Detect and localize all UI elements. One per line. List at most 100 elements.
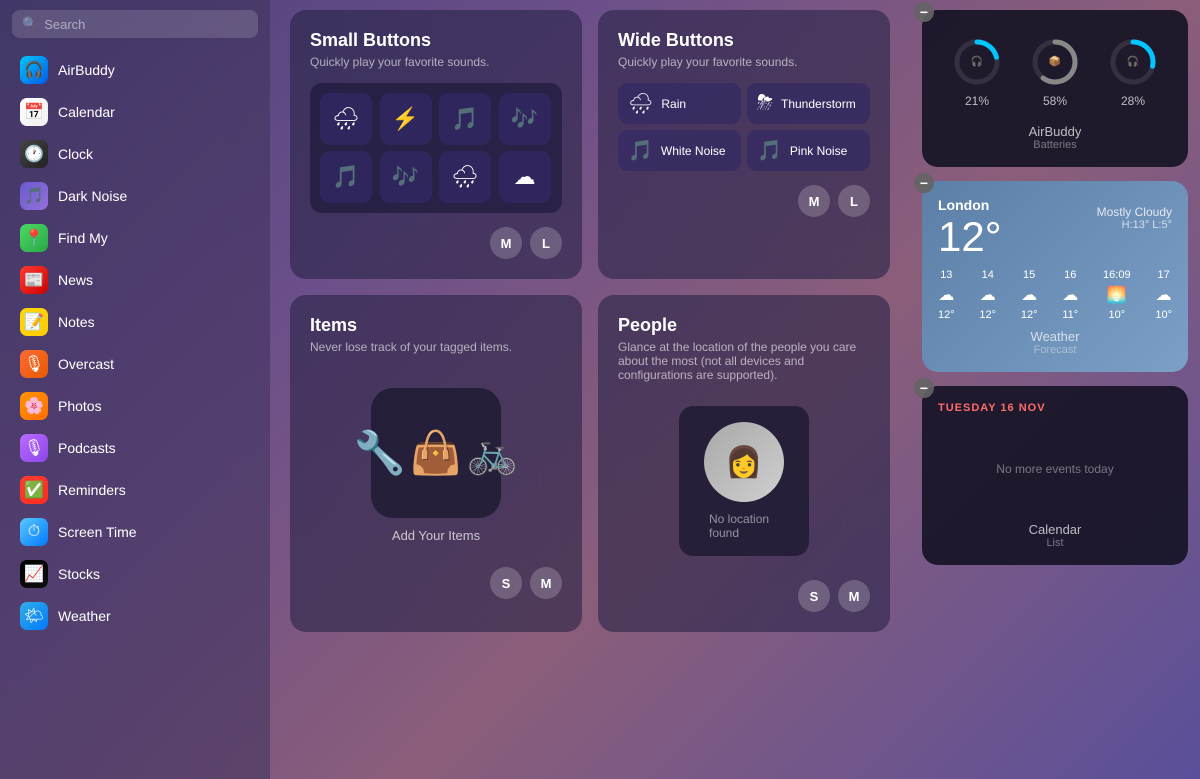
sidebar-item-overcast[interactable]: 🎙 Overcast: [12, 344, 258, 384]
calendar-no-events: No more events today: [938, 422, 1172, 516]
people-preview: 👩 No location found: [618, 396, 870, 566]
people-card: People Glance at the location of the peo…: [598, 295, 890, 632]
small-buttons-title: Small Buttons: [310, 30, 562, 51]
forecast-day-2: 15: [1023, 269, 1035, 281]
weather-condition: Mostly Cloudy: [1097, 205, 1172, 219]
wide-buttons-title: Wide Buttons: [618, 30, 870, 51]
forecast-15: 15 ☁ 12°: [1021, 269, 1038, 321]
small-sound-btn-4[interactable]: 🎵: [320, 151, 372, 203]
app-icon-photos: 🌸: [20, 392, 48, 420]
app-icon-findmy: 📍: [20, 224, 48, 252]
forecast-day-1: 14: [982, 269, 994, 281]
sidebar-label-darknoise: Dark Noise: [58, 188, 127, 204]
wide-btn-icon-3: 🎵: [757, 138, 782, 163]
sidebar-item-airbuddy[interactable]: 🎧 AirBuddy: [12, 50, 258, 90]
avatar-m3[interactable]: M: [530, 567, 562, 599]
sidebar-item-notes[interactable]: 📝 Notes: [12, 302, 258, 342]
app-icon-news: 📰: [20, 266, 48, 294]
sidebar-item-darknoise[interactable]: 🎵 Dark Noise: [12, 176, 258, 216]
app-icon-weather: 🌤: [20, 602, 48, 630]
wide-btn-0[interactable]: 🌧 Rain: [618, 83, 741, 124]
app-icon-podcasts: 🎙: [20, 434, 48, 462]
forecast-temp-4: 10°: [1108, 309, 1125, 321]
sidebar-label-screentime: Screen Time: [58, 524, 137, 540]
avatar-s2[interactable]: S: [798, 580, 830, 612]
sidebar-item-podcasts[interactable]: 🎙 Podcasts: [12, 428, 258, 468]
avatar-l[interactable]: L: [530, 227, 562, 259]
forecast-day-5: 17: [1158, 269, 1170, 281]
forecast-icon-1: ☁: [980, 285, 996, 305]
forecast-icon-0: ☁: [938, 285, 954, 305]
people-footer: S M: [618, 580, 870, 612]
forecast-temp-1: 12°: [979, 309, 996, 321]
weather-minus-btn[interactable]: −: [914, 173, 934, 193]
sidebar-item-screentime[interactable]: ⏱ Screen Time: [12, 512, 258, 552]
circle-label-left: 21%: [965, 94, 989, 108]
people-subtitle: Glance at the location of the people you…: [618, 340, 870, 382]
airbuddy-minus-btn[interactable]: −: [914, 2, 934, 22]
small-sound-btn-2[interactable]: 🎵: [439, 93, 491, 145]
avatar-m[interactable]: M: [490, 227, 522, 259]
app-icon-notes: 📝: [20, 308, 48, 336]
wide-btn-1[interactable]: ⛈Thunderstorm: [747, 83, 870, 124]
sidebar-item-clock[interactable]: 🕐 Clock: [12, 134, 258, 174]
small-sound-btn-6[interactable]: 🌧: [439, 151, 491, 203]
wide-btn-3[interactable]: 🎵Pink Noise: [747, 130, 870, 171]
small-sound-btn-1[interactable]: ⚡: [380, 93, 432, 145]
wide-btn-label-2: White Noise: [661, 144, 726, 158]
calendar-minus-btn[interactable]: −: [914, 378, 934, 398]
sidebar-label-notes: Notes: [58, 314, 95, 330]
main-content: Small Buttons Quickly play your favorite…: [270, 0, 910, 779]
sidebar-item-calendar[interactable]: 📅 Calendar: [12, 92, 258, 132]
forecast-icon-2: ☁: [1021, 285, 1037, 305]
small-buttons-grid: 🌧⚡🎵🎶🎵🎶🌧☁: [310, 83, 562, 213]
sidebar-item-stocks[interactable]: 📈 Stocks: [12, 554, 258, 594]
forecast-day-4: 16:09: [1103, 269, 1131, 281]
wide-btn-2[interactable]: 🎵White Noise: [618, 130, 741, 171]
sidebar-item-weather[interactable]: 🌤 Weather: [12, 596, 258, 636]
weather-temp: 12°: [938, 213, 1002, 261]
airbuddy-subtitle: Batteries: [938, 139, 1172, 151]
small-buttons-card: Small Buttons Quickly play your favorite…: [290, 10, 582, 279]
forecast-14: 14 ☁ 12°: [979, 269, 996, 321]
item-icon-0: 🔧: [354, 429, 406, 478]
calendar-title: Calendar: [938, 522, 1172, 537]
airbuddy-circles: 🎧 21% 📦 58%: [938, 26, 1172, 118]
circle-center: 📦 58%: [1029, 36, 1081, 108]
weather-widget: − London 12° Mostly Cloudy H:13° L:5° 13…: [922, 181, 1188, 372]
small-sound-btn-0[interactable]: 🌧: [320, 93, 372, 145]
wide-btn-icon-0: 🌧: [628, 91, 653, 116]
sidebar-item-reminders[interactable]: ✅ Reminders: [12, 470, 258, 510]
weather-subtitle: Forecast: [938, 344, 1172, 356]
items-add-label[interactable]: Add Your Items: [392, 528, 480, 543]
app-icon-calendar: 📅: [20, 98, 48, 126]
small-sound-btn-5[interactable]: 🎶: [380, 151, 432, 203]
forecast-day-3: 16: [1064, 269, 1076, 281]
avatar-l2[interactable]: L: [838, 185, 870, 217]
search-input[interactable]: [44, 17, 248, 32]
wide-btn-label-0: Rain: [661, 97, 686, 111]
sidebar-item-news[interactable]: 📰 News: [12, 260, 258, 300]
sidebar-item-photos[interactable]: 🌸 Photos: [12, 386, 258, 426]
forecast-temp-0: 12°: [938, 309, 955, 321]
forecast-temp-3: 11°: [1062, 309, 1078, 321]
avatar-m4[interactable]: M: [838, 580, 870, 612]
forecast-temp-5: 10°: [1155, 309, 1172, 321]
items-card: Items Never lose track of your tagged it…: [290, 295, 582, 632]
circle-chart-right: 🎧: [1107, 36, 1159, 88]
app-icon-overcast: 🎙: [20, 350, 48, 378]
small-sound-btn-7[interactable]: ☁: [499, 151, 551, 203]
avatar-m2[interactable]: M: [798, 185, 830, 217]
small-buttons-footer: M L: [310, 227, 562, 259]
people-card-inner: 👩 No location found: [679, 406, 809, 556]
small-sound-btn-3[interactable]: 🎶: [499, 93, 551, 145]
forecast-sunset: 16:09 🌅 10°: [1103, 269, 1131, 321]
sidebar-item-findmy[interactable]: 📍 Find My: [12, 218, 258, 258]
forecast-icon-3: ☁: [1062, 285, 1078, 305]
search-box[interactable]: 🔍: [12, 10, 258, 38]
circle-chart-left: 🎧: [951, 36, 1003, 88]
airbuddy-title: AirBuddy: [938, 124, 1172, 139]
avatar-s[interactable]: S: [490, 567, 522, 599]
circle-right: 🎧 28%: [1107, 36, 1159, 108]
circle-pct-left: 🎧: [971, 57, 983, 68]
